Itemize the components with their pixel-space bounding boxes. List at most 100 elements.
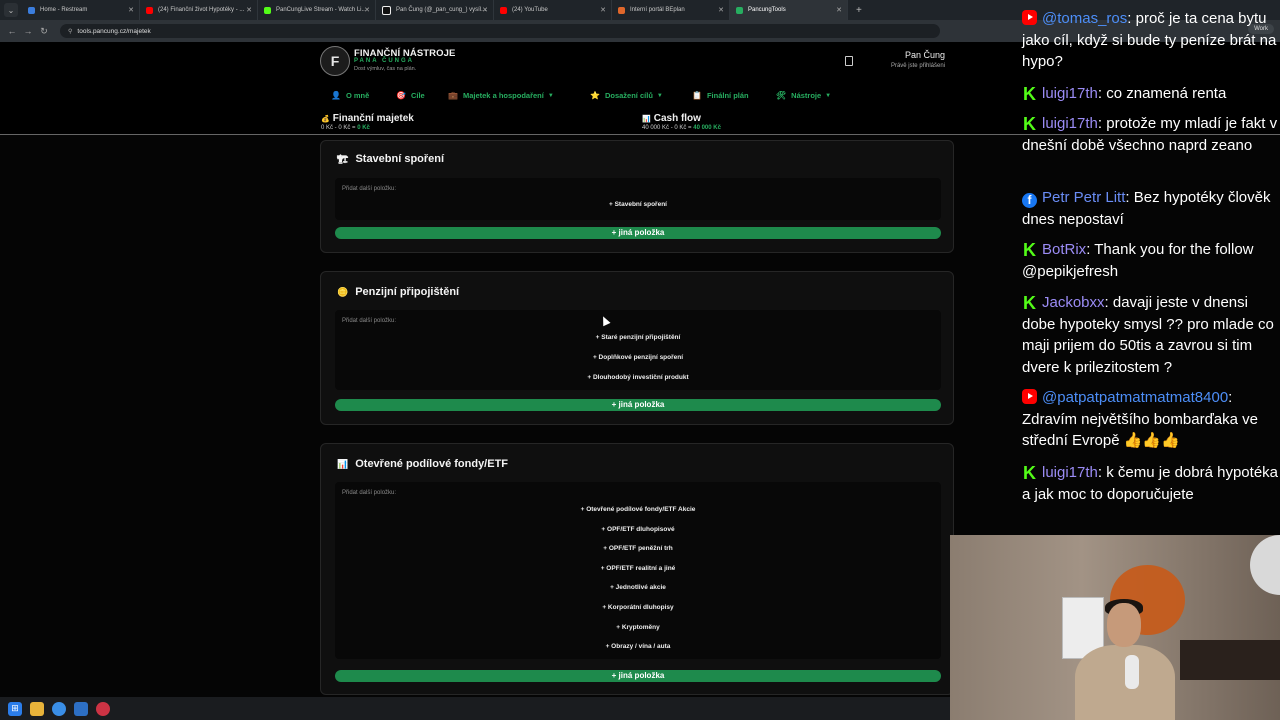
add-item-label: Přidat další položku: — [342, 318, 397, 324]
add-item-panel: Přidat další položku: + Staré penzijní p… — [335, 310, 941, 390]
chat-text: Zdravím největšího bombarďaka ve střední… — [1022, 410, 1258, 450]
target-icon: 🎯 — [396, 91, 406, 100]
chrome-icon[interactable] — [52, 701, 66, 716]
tab-youtube[interactable]: (24) YouTube ✕ — [494, 0, 612, 20]
nav-label: O mně — [345, 91, 370, 100]
summary-value: 0 Kč — [321, 125, 334, 131]
nav-item-cile[interactable]: 🎯 Cíle — [396, 91, 425, 100]
facebook-icon: f — [1022, 193, 1037, 208]
add-item-option[interactable]: + Otevřené podílové fondy/ETF Akcie — [335, 506, 941, 513]
new-tab-icon[interactable]: + — [856, 5, 862, 16]
add-item-panel: Přidat další položku: + Otevřené podílov… — [335, 482, 941, 659]
tab-search-icon[interactable]: ⌄ — [4, 3, 18, 17]
user-name[interactable]: Pan Čung — [880, 50, 945, 60]
nav-item-dosazeni-cilu[interactable]: ⭐ Dosažení cílů ▼ — [590, 91, 663, 100]
microphone — [1125, 655, 1139, 689]
tab-restream[interactable]: Home - Restream ✕ — [22, 0, 140, 20]
chat-username: BotRix — [1042, 241, 1087, 258]
tab-label: PanCungLive Stream - Watch Li... — [276, 7, 367, 13]
summary-value: 40 000 Kč — [642, 125, 670, 131]
reload-icon[interactable]: ↻ — [36, 26, 52, 37]
close-icon[interactable]: ✕ — [718, 6, 724, 14]
add-item-option[interactable]: + Korporátní dluhopisy — [335, 604, 941, 611]
tab-youtube-video[interactable]: (24) Finanční život Hypotéky - ... ✕ — [140, 0, 258, 20]
add-other-item-button[interactable]: + jiná položka — [335, 227, 941, 239]
add-item-option[interactable]: + OPF/ETF peněžní trh — [335, 545, 941, 552]
add-item-option[interactable]: + Doplňkové penzijní spoření — [335, 354, 941, 361]
add-item-option[interactable]: + Jednotlivé akcie — [335, 584, 941, 591]
kick-favicon-icon — [264, 6, 271, 14]
nav-item-o-mne[interactable]: 👤 O mně — [331, 91, 369, 100]
youtube-favicon-icon — [500, 6, 507, 14]
tab-kick[interactable]: PanCungLive Stream - Watch Li... ✕ — [258, 0, 376, 20]
add-item-option[interactable]: + Obrazy / vína / auta — [335, 643, 941, 650]
youtube-favicon-icon — [146, 6, 153, 14]
bar-chart-icon: 📊 — [337, 458, 349, 469]
card-title-text: Penzijní připojištění — [355, 286, 460, 298]
add-other-item-button[interactable]: + jiná položka — [335, 670, 941, 682]
chat-username: Jackobxx — [1042, 294, 1105, 311]
add-item-option[interactable]: + Staré penzijní připojištění — [335, 334, 941, 341]
nav-item-majetek[interactable]: 💼 Majetek a hospodaření ▼ — [448, 91, 554, 100]
nav-item-nastroje[interactable]: 🛠 Nástroje ▼ — [776, 91, 831, 100]
youtube-icon — [1022, 389, 1037, 404]
url-input[interactable]: ⚲ tools.pancung.cz/majetek — [60, 24, 940, 38]
close-icon[interactable]: ✕ — [836, 6, 842, 14]
add-item-option[interactable]: + Dlouhodobý investiční produkt — [335, 374, 941, 381]
app-icon[interactable] — [96, 701, 110, 716]
summary-title: Finanční majetek — [332, 113, 414, 124]
tab-beplan[interactable]: Interní portál BEplan ✕ — [612, 0, 730, 20]
chat-username: luigi17th — [1042, 85, 1098, 102]
card-title-text: Stavební spoření — [355, 153, 445, 165]
nav-label: Dosažení cílů — [604, 91, 653, 100]
logo-icon[interactable]: F — [320, 46, 350, 76]
add-item-option[interactable]: + Stavební spoření — [335, 201, 941, 208]
tab-label: Pan Čung (@_pan_cung_) vysíl... — [396, 7, 487, 13]
webcam-feed — [950, 535, 1280, 720]
photos-icon[interactable] — [74, 701, 88, 716]
nav-label: Majetek a hospodaření — [462, 91, 544, 100]
close-icon[interactable]: ✕ — [128, 6, 134, 14]
add-item-option[interactable]: + Kryptoměny — [335, 624, 941, 631]
card-title-text: Otevřené podílové fondy/ETF — [355, 458, 509, 470]
chevron-down-icon: ▼ — [547, 92, 554, 99]
clipboard-icon: 📋 — [692, 91, 702, 100]
add-item-option[interactable]: + OPF/ETF realitní a jiné — [335, 565, 941, 572]
chat-message: Kluigi17th: co znamená renta — [1023, 84, 1227, 104]
chart-icon: 📊 — [642, 116, 651, 123]
tab-tiktok[interactable]: Pan Čung (@_pan_cung_) vysíl... ✕ — [376, 0, 494, 20]
nav-item-financni-plan[interactable]: 📋 Finální plán — [692, 91, 749, 100]
tab-label: PancungTools — [748, 7, 786, 13]
summary-value: 0 Kč — [674, 125, 687, 131]
money-bag-icon: 💰 — [321, 116, 330, 123]
tools-icon: 🛠 — [776, 91, 787, 100]
presenter-head — [1107, 603, 1141, 647]
card-title: 🏗 Stavební spoření — [337, 153, 444, 165]
logo-tagline: Dost výmluv, čas na plán. — [354, 66, 417, 72]
chat-username: @patpatpatmatmatmat8400 — [1042, 389, 1229, 406]
summary-value: 0 Kč — [338, 125, 351, 131]
windows-start-icon[interactable]: ⊞ — [8, 701, 22, 716]
back-icon[interactable]: ← — [4, 26, 20, 36]
site-info-icon[interactable]: ⚲ — [68, 28, 72, 35]
kick-icon: K — [1023, 293, 1036, 313]
chat-message: f Petr Petr Litt: Bez hypotéky člověk dne… — [1022, 189, 1271, 228]
forward-icon[interactable]: → — [20, 26, 36, 36]
card-title: 📊 Otevřené podílové fondy/ETF — [337, 458, 508, 470]
chat-message: @patpatpatmatmatmat8400: Zdravím největš… — [1022, 389, 1258, 450]
kick-icon: K — [1023, 114, 1036, 134]
summary-total: 40 000 Kč — [693, 125, 721, 131]
tiktok-favicon-icon — [382, 5, 391, 15]
kick-icon: K — [1023, 84, 1036, 104]
close-icon[interactable]: ✕ — [364, 6, 370, 14]
url-text: tools.pancung.cz/majetek — [77, 27, 151, 35]
close-icon[interactable]: ✕ — [600, 6, 606, 14]
close-icon[interactable]: ✕ — [482, 6, 488, 14]
add-item-panel: Přidat další položku: + Stavební spoření — [335, 178, 941, 220]
tab-pancungtools[interactable]: PancungTools ✕ — [730, 0, 848, 20]
add-other-item-button[interactable]: + jiná položka — [335, 399, 941, 411]
file-explorer-icon[interactable] — [30, 701, 44, 716]
add-item-option[interactable]: + OPF/ETF dluhopisové — [335, 526, 941, 533]
chat-message: K BotRix: Thank you for the follow @pepik… — [1022, 240, 1254, 280]
close-icon[interactable]: ✕ — [246, 6, 252, 14]
